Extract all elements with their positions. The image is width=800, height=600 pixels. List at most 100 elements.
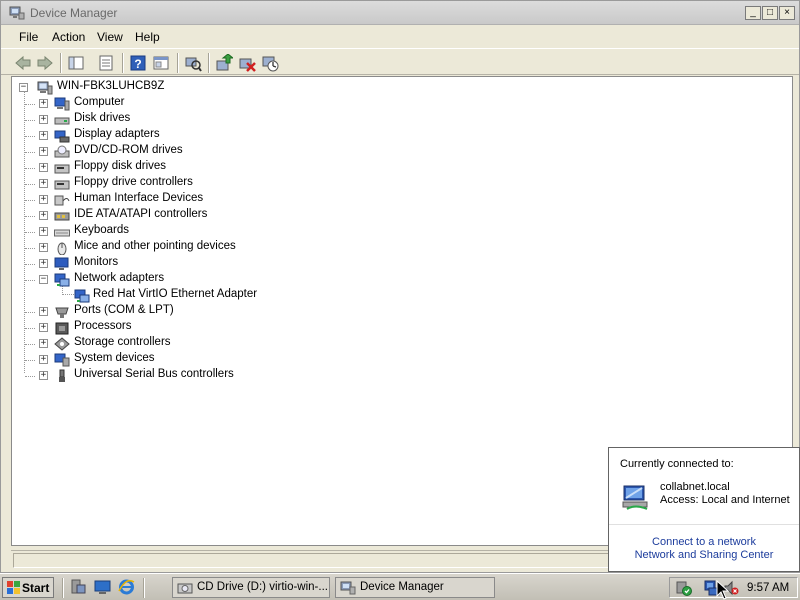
toolbar: ? [1,48,799,75]
balloon-heading: Currently connected to: [620,458,734,470]
title-bar[interactable]: Device Manager _ □ × [1,1,799,25]
expand-toggle[interactable]: + [39,339,48,348]
tree-category-floppy-disk-drives[interactable]: + Floppy disk drives [25,160,339,176]
minimize-button[interactable]: _ [745,6,761,20]
usb-icon [59,369,65,382]
monitor-icon [54,257,69,270]
tree-category-label: Floppy disk drives [74,160,167,172]
properties-icon[interactable] [97,54,115,72]
tree-category-monitors[interactable]: + Monitors [25,256,339,272]
tree-category-computer[interactable]: + Computer [25,96,339,112]
tree-guide-line [25,312,35,313]
back-icon[interactable] [14,54,32,72]
console-icon[interactable] [152,54,170,72]
help-icon[interactable]: ? [129,54,147,72]
window-title: Device Manager [30,6,118,20]
tree-category-label: Storage controllers [74,336,171,348]
tree-category-dvd-cd-rom-drives[interactable]: + DVD/CD-ROM drives [25,144,339,160]
expand-toggle[interactable]: + [39,243,48,252]
menu-help[interactable]: Help [135,30,160,44]
console-tree-icon[interactable] [67,54,85,72]
expand-toggle[interactable]: + [39,195,48,204]
toolbar-separator [60,53,62,73]
display-adapter-icon [54,130,70,143]
tree-category-ide-ata-atapi-controllers[interactable]: + IDE ATA/ATAPI controllers [25,208,339,224]
expand-toggle[interactable]: + [39,115,48,124]
taskbar-separator [143,578,145,598]
tree-category-ports-com-lpt[interactable]: + Ports (COM & LPT) [25,304,339,320]
network-sharing-center-link[interactable]: Network and Sharing Center [609,549,799,561]
network-status-balloon[interactable]: Currently connected to: collabnet.local … [608,447,800,572]
tree-category-human-interface-devices[interactable]: + Human Interface Devices [25,192,339,208]
start-label: Start [22,581,50,595]
network-access: Access: Local and Internet [660,494,790,506]
tree-root[interactable]: − WIN-FBK3LUHCB9Z [19,80,179,96]
tree-guide-line [25,104,35,105]
computer-icon [37,81,53,95]
expand-toggle[interactable]: + [39,355,48,364]
expand-toggle[interactable]: + [39,131,48,140]
menu-action[interactable]: Action [52,30,85,44]
internet-explorer-icon[interactable] [118,579,135,595]
keyboard-icon [54,229,70,237]
collapse-toggle[interactable]: − [39,275,48,284]
task-device-manager[interactable]: Device Manager [335,577,495,598]
tree-guide-line [25,216,35,217]
expand-toggle[interactable]: + [39,147,48,156]
tree-category-label: Network adapters [74,272,165,284]
server-manager-icon[interactable] [70,579,87,595]
tree-category-mice-and-other-pointing-devices[interactable]: + Mice and other pointing devices [25,240,339,256]
tree-category-processors[interactable]: + Processors [25,320,339,336]
expand-toggle[interactable]: + [39,371,48,380]
close-button[interactable]: × [779,6,795,20]
expand-toggle[interactable]: + [39,163,48,172]
tree-category-floppy-drive-controllers[interactable]: + Floppy drive controllers [25,176,339,192]
expand-toggle[interactable]: + [39,179,48,188]
tree-guide-line [25,248,35,249]
disable-icon[interactable] [261,54,279,72]
scan-hardware-icon[interactable] [184,54,202,72]
tree-device-item[interactable]: Red Hat VirtIO Ethernet Adapter [74,288,334,304]
expand-toggle[interactable]: + [39,211,48,220]
tree-category-universal-serial-bus-controllers[interactable]: + Universal Serial Bus controllers [25,368,339,384]
tree-category-keyboards[interactable]: + Keyboards [25,224,339,240]
port-icon [55,307,69,318]
tree-category-label: System devices [74,352,155,364]
tree-category-label: Display adapters [74,128,160,140]
expand-toggle[interactable]: + [39,99,48,108]
expand-toggle[interactable]: + [39,227,48,236]
menu-view[interactable]: View [97,30,123,44]
taskbar: Start CD Drive (D:) virtio-win-... Devic… [0,573,800,600]
tree-guide-line [25,120,35,121]
tree-category-label: Human Interface Devices [74,192,204,204]
mouse-cursor-icon [716,580,730,600]
tree-category-display-adapters[interactable]: + Display adapters [25,128,339,144]
tree-category-network-adapters[interactable]: − Network adapters [25,272,339,288]
disk-drive-icon [54,117,70,125]
tree-category-disk-drives[interactable]: + Disk drives [25,112,339,128]
expand-toggle[interactable]: + [39,259,48,268]
tree-category-label: Disk drives [74,112,131,124]
tree-category-label: Processors [74,320,132,332]
tree-guide-line [25,376,35,377]
start-button[interactable]: Start [2,577,54,598]
tree-category-label: Floppy drive controllers [74,176,193,188]
menu-file[interactable]: File [19,30,38,44]
tree-category-storage-controllers[interactable]: + Storage controllers [25,336,339,352]
tree-category-system-devices[interactable]: + System devices [25,352,339,368]
update-driver-icon[interactable] [215,54,233,72]
uninstall-icon[interactable] [238,54,256,72]
mouse-icon [57,242,67,255]
tree-guide-line [25,168,35,169]
connect-to-network-link[interactable]: Connect to a network [609,536,799,548]
tree-category-label: Mice and other pointing devices [74,240,236,252]
maximize-button[interactable]: □ [762,6,778,20]
system-tray: 9:57 AM [669,577,798,598]
computer-icon [54,97,70,111]
expand-toggle[interactable]: + [39,323,48,332]
show-desktop-icon[interactable] [94,579,111,595]
security-status-icon[interactable] [676,580,692,596]
forward-icon[interactable] [36,54,54,72]
task-cd-drive[interactable]: CD Drive (D:) virtio-win-... [172,577,330,598]
expand-toggle[interactable]: + [39,307,48,316]
